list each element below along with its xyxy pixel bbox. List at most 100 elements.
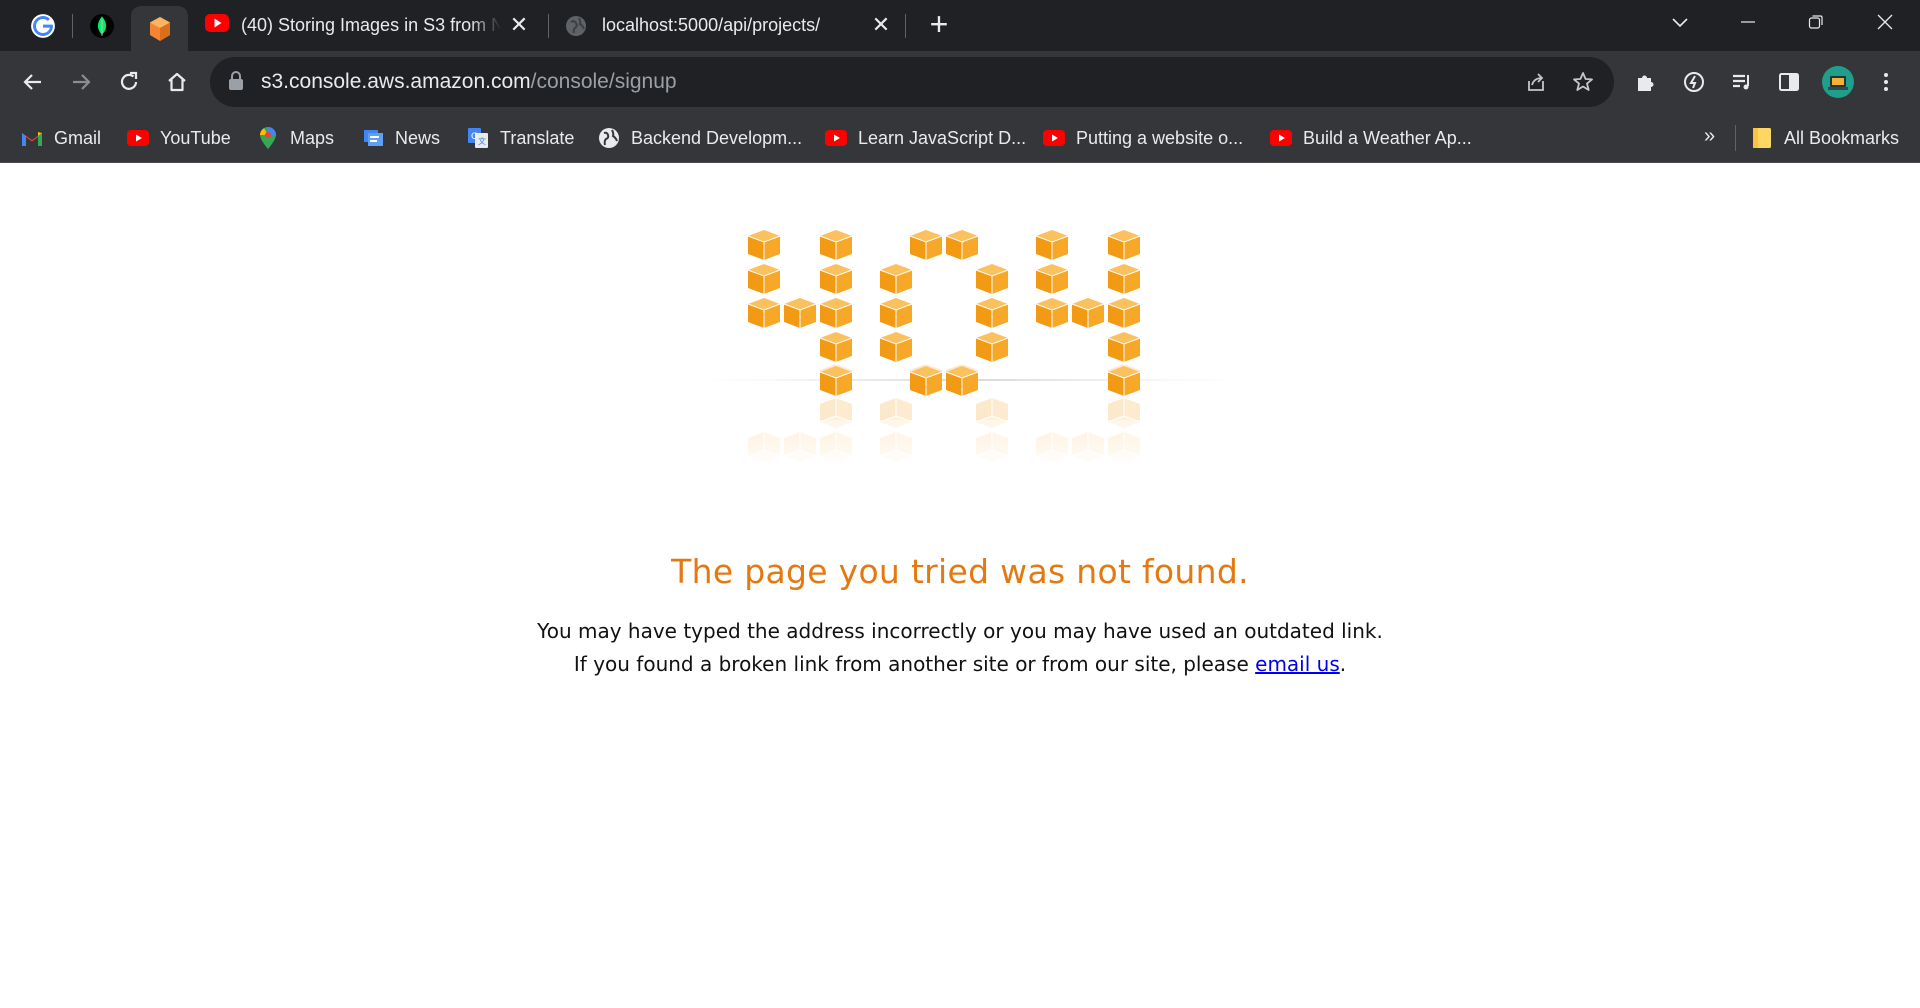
cube [747,230,781,261]
cube [819,263,853,295]
reading-list-button[interactable] [1724,64,1760,100]
cube [1035,297,1069,329]
pinned-tab-aws[interactable] [131,6,188,51]
all-bookmarks-label: All Bookmarks [1784,127,1900,148]
bookmark-label: News [395,127,441,148]
star-icon[interactable] [1570,69,1596,95]
error-headline: The page you tried was not found. [671,552,1249,591]
mongodb-leaf-icon [89,13,114,38]
bookmark-putting-a-website[interactable]: Putting a website o... [1043,123,1243,153]
lock-icon[interactable] [228,70,244,97]
bookmark-backend-development[interactable]: Backend Developm... [598,123,802,153]
side-panel-icon [1779,73,1799,91]
forward-button[interactable] [63,64,99,100]
bookmark-youtube[interactable]: YouTube [127,123,231,153]
avatar [1822,66,1854,98]
back-button[interactable] [15,64,51,100]
minimize-button[interactable] [1720,0,1776,44]
bookmark-build-weather-app[interactable]: Build a Weather Ap... [1270,123,1472,153]
globe-icon [564,14,588,38]
bookmark-label: YouTube [160,127,231,148]
cube [819,365,853,397]
error-message-suffix: . [1339,652,1347,676]
bookmarks-overflow-button[interactable]: » [1704,125,1715,148]
bookmark-news[interactable]: News [362,123,440,153]
side-panel-button[interactable] [1771,64,1807,100]
youtube-icon [825,127,847,149]
bookmark-gmail[interactable]: Gmail [21,123,101,153]
error-message-line-2: If you found a broken link from another … [0,652,1920,676]
cube [879,297,913,329]
bookmark-label: Maps [290,127,335,148]
cube [1107,365,1141,397]
performance-button[interactable] [1676,64,1712,100]
tab-separator [905,14,906,38]
bookmark-maps[interactable]: Maps [257,123,334,153]
cube [909,365,943,397]
pinned-tab-mongodb[interactable] [73,6,130,45]
extensions-button[interactable] [1628,64,1664,100]
cube [1035,263,1069,295]
cube [975,263,1009,295]
youtube-icon [127,127,149,149]
news-icon [362,127,384,149]
cube [747,297,781,329]
new-tab-button[interactable]: + [922,8,956,42]
globe-icon [598,127,620,149]
bookmark-label: Build a Weather Ap... [1303,127,1472,148]
error-message-line-1: You may have typed the address incorrect… [537,619,1383,643]
translate-icon: G文 [467,127,489,149]
cube [1071,297,1105,329]
cube [1107,297,1141,329]
bookmark-label: Translate [500,127,575,148]
email-us-link[interactable]: email us [1255,652,1340,676]
cube [819,297,853,329]
tab-youtube-s3-video[interactable]: (40) Storing Images in S3 from N ✕ [190,6,540,45]
tab-localhost-api[interactable]: localhost:5000/api/projects/ ✕ [550,6,902,45]
bookmark-label: Backend Developm... [631,127,803,148]
svg-text:G: G [471,132,478,142]
arrow-right-icon [73,74,91,90]
cube [1035,230,1069,261]
media-queue-icon [1733,74,1749,90]
url-path: /console/signup [530,70,677,93]
close-icon[interactable]: ✕ [870,14,892,36]
close-window-button[interactable] [1857,0,1913,44]
cube [819,230,853,261]
cube [747,263,781,295]
all-bookmarks-button[interactable]: All Bookmarks [1751,123,1899,153]
reload-button[interactable] [111,64,147,100]
pinned-tab-google[interactable] [14,6,71,45]
restore-button[interactable] [1788,0,1844,44]
cube [945,365,979,397]
cube [909,230,943,261]
error-message-prefix: If you found a broken link from another … [573,652,1256,676]
share-icon[interactable] [1523,69,1549,95]
chevron-down-icon [1672,18,1688,28]
bookmark-translate[interactable]: G文 Translate [467,123,574,153]
url-text[interactable]: s3.console.aws.amazon.com/console/signup [261,70,677,94]
youtube-icon [205,14,229,37]
cube [1107,331,1141,363]
home-button[interactable] [159,64,195,100]
aws-cube-icon [149,16,170,41]
address-bar[interactable]: s3.console.aws.amazon.com/console/signup [210,57,1614,107]
cube [879,331,913,363]
minimize-icon [1741,21,1755,23]
chrome-menu-button[interactable] [1868,64,1904,100]
bookmarks-separator [1735,125,1736,151]
close-icon [1877,14,1893,30]
close-icon[interactable]: ✕ [508,14,530,36]
tab-search-button[interactable] [1652,0,1708,44]
bookmark-learn-javascript[interactable]: Learn JavaScript D... [825,123,1026,153]
cube [945,230,979,261]
profile-button[interactable] [1820,64,1856,100]
cube [819,331,853,363]
cube [783,297,817,329]
google-icon [30,13,55,38]
puzzle-icon [1638,75,1654,91]
kebab-menu-icon [1884,73,1888,91]
tab-title: localhost:5000/api/projects/ [602,15,821,35]
gmail-icon [21,127,43,149]
bookmarks-bar: Gmail YouTube Maps News G文 Translate Bac… [0,113,1920,163]
